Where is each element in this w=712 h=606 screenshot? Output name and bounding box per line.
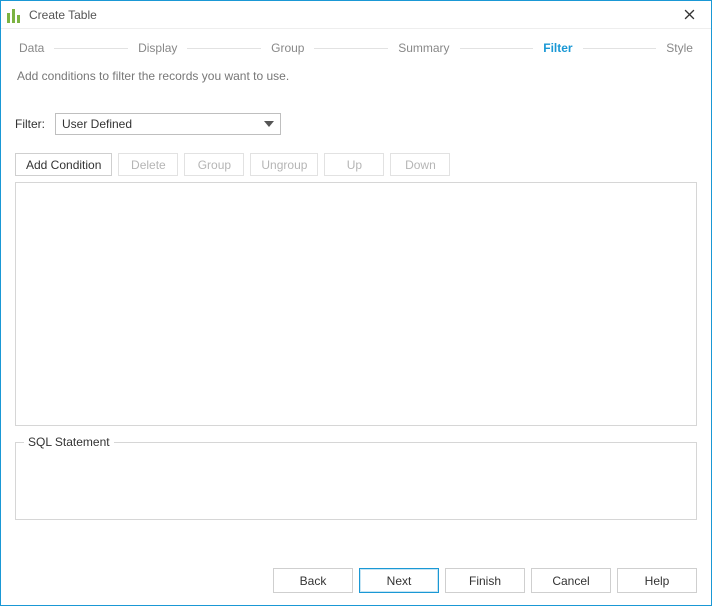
dialog-window: Create Table Data Display Group Summary …: [0, 0, 712, 606]
back-button[interactable]: Back: [273, 568, 353, 593]
down-button: Down: [390, 153, 450, 176]
sql-statement-label: SQL Statement: [24, 435, 114, 449]
step-separator: [187, 48, 261, 49]
step-separator: [314, 48, 388, 49]
filter-combo[interactable]: User Defined: [55, 113, 281, 135]
step-display[interactable]: Display: [134, 39, 181, 57]
titlebar: Create Table: [1, 1, 711, 29]
finish-button[interactable]: Finish: [445, 568, 525, 593]
filter-label: Filter:: [15, 117, 45, 131]
footer-buttons: Back Next Finish Cancel Help: [1, 556, 711, 605]
app-icon: [7, 7, 23, 23]
add-condition-button[interactable]: Add Condition: [15, 153, 112, 176]
step-summary[interactable]: Summary: [394, 39, 453, 57]
close-button[interactable]: [673, 3, 705, 27]
step-separator: [460, 48, 534, 49]
step-separator: [54, 48, 128, 49]
step-style[interactable]: Style: [662, 39, 697, 57]
filter-combo-value: User Defined: [62, 117, 132, 131]
close-icon: [684, 9, 695, 20]
help-button[interactable]: Help: [617, 568, 697, 593]
chevron-down-icon: [262, 117, 276, 131]
step-subtitle: Add conditions to filter the records you…: [1, 63, 711, 95]
sql-statement-group: SQL Statement: [15, 442, 697, 520]
content-area: Filter: User Defined Add Condition Delet…: [1, 95, 711, 556]
step-group[interactable]: Group: [267, 39, 308, 57]
cancel-button[interactable]: Cancel: [531, 568, 611, 593]
next-button[interactable]: Next: [359, 568, 439, 593]
step-data[interactable]: Data: [15, 39, 48, 57]
up-button: Up: [324, 153, 384, 176]
step-filter[interactable]: Filter: [539, 39, 576, 57]
ungroup-button: Ungroup: [250, 153, 318, 176]
window-title: Create Table: [29, 8, 97, 22]
step-separator: [583, 48, 657, 49]
condition-toolbar: Add Condition Delete Group Ungroup Up Do…: [15, 153, 697, 176]
conditions-list[interactable]: [15, 182, 697, 426]
wizard-steps: Data Display Group Summary Filter Style: [1, 29, 711, 63]
delete-button: Delete: [118, 153, 178, 176]
filter-row: Filter: User Defined: [15, 113, 697, 135]
group-button: Group: [184, 153, 244, 176]
